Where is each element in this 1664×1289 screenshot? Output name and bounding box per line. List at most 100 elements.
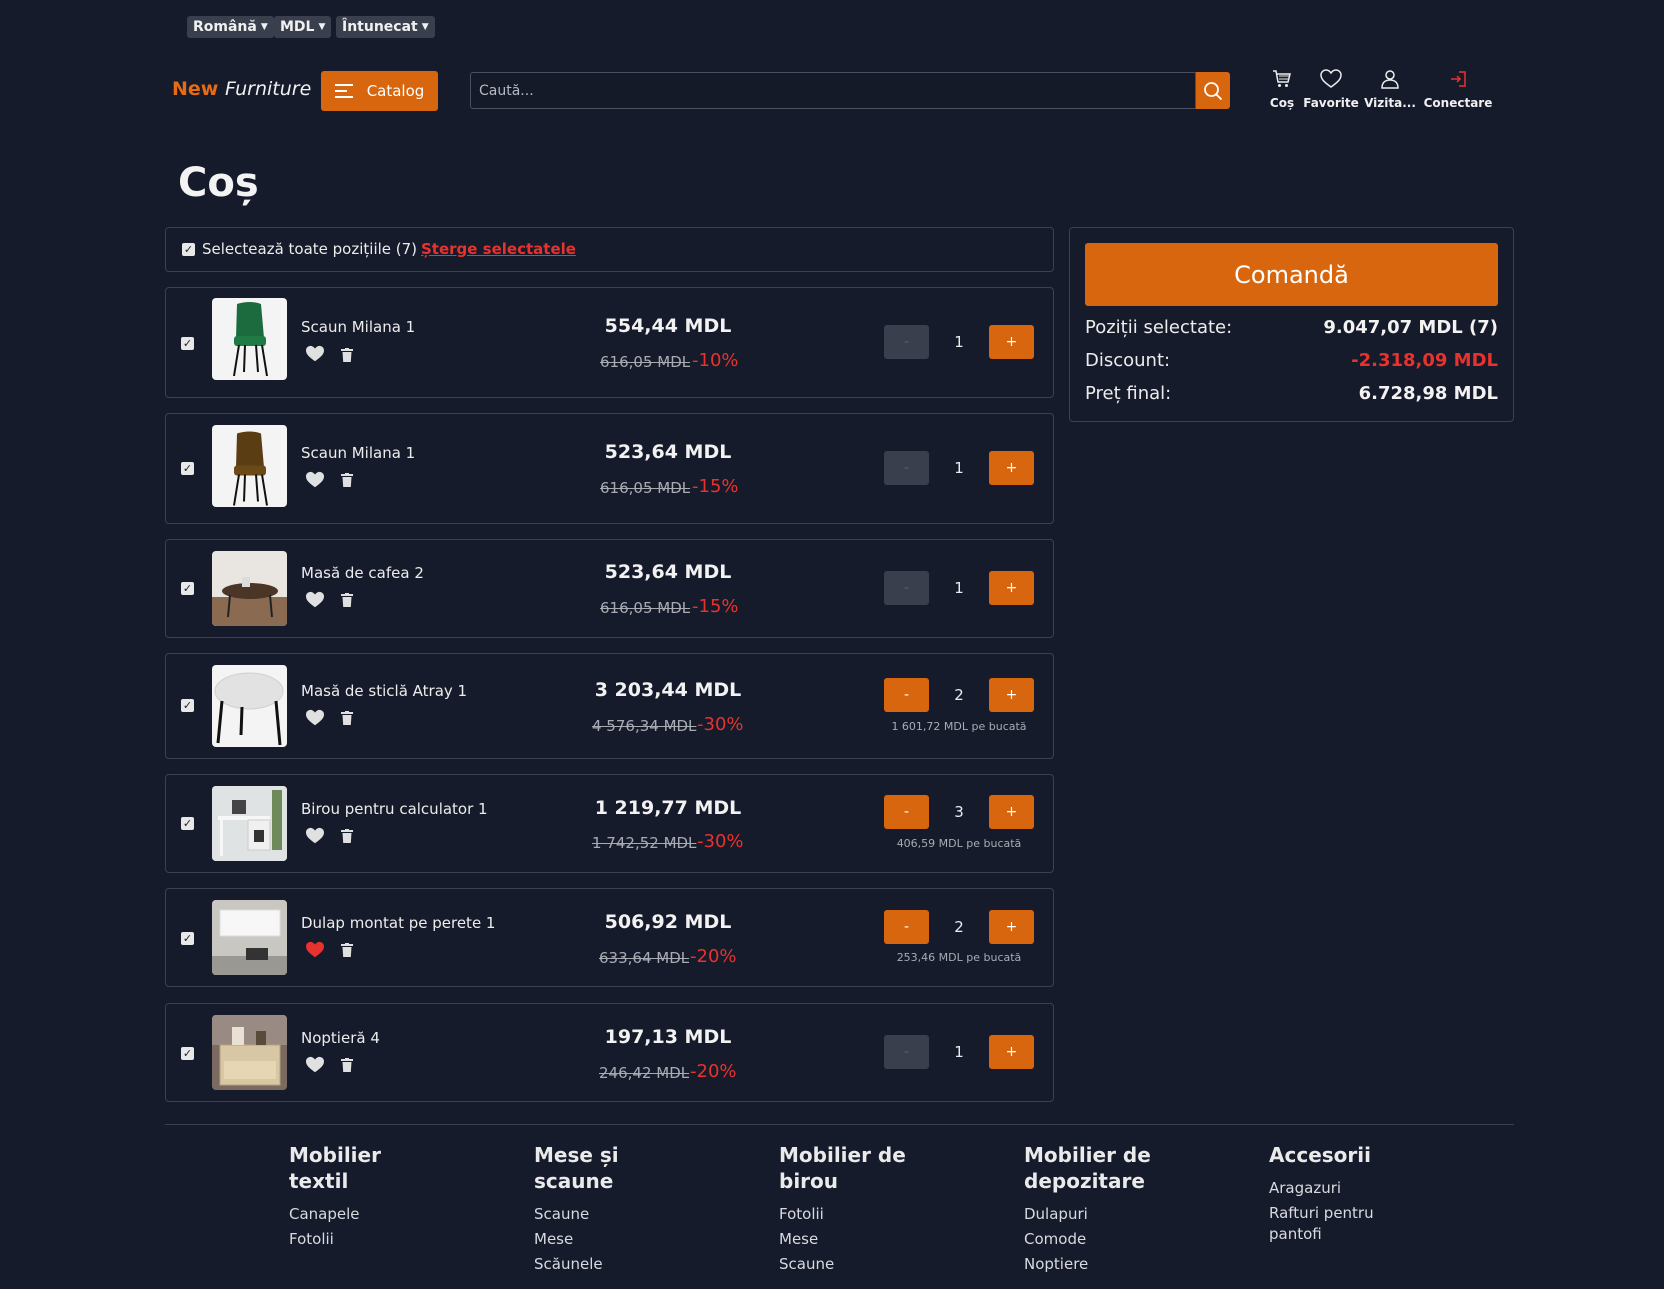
trash-icon[interactable] [341, 943, 353, 957]
item-checkbox[interactable]: ✓ [181, 582, 194, 595]
product-name[interactable]: Dulap montat pe perete 1 [301, 914, 495, 932]
select-all-label: Selectează toate pozițiile (7) [202, 240, 418, 258]
item-checkbox[interactable]: ✓ [181, 337, 194, 350]
product-image[interactable] [212, 786, 287, 861]
header-favorites-link[interactable]: Favorite [1303, 66, 1359, 110]
decrease-qty-button[interactable]: - [884, 678, 929, 712]
increase-qty-button[interactable]: + [989, 1035, 1034, 1069]
footer-divider [165, 1124, 1514, 1125]
footer-link[interactable]: Mese [779, 1230, 818, 1248]
decrease-qty-button[interactable]: - [884, 325, 929, 359]
footer-link[interactable]: Scăunele [534, 1255, 603, 1273]
item-qty: 2 [954, 686, 964, 704]
trash-icon[interactable] [341, 711, 353, 725]
currency-select[interactable]: MDL ▼ [274, 16, 332, 38]
item-old-price: 616,05 MDL [600, 599, 691, 617]
item-checkbox[interactable]: ✓ [181, 462, 194, 475]
trash-icon[interactable] [341, 829, 353, 843]
decrease-qty-button[interactable]: - [884, 910, 929, 944]
decrease-qty-button[interactable]: - [884, 571, 929, 605]
trash-icon[interactable] [341, 593, 353, 607]
select-all-checkbox[interactable]: ✓ [182, 243, 195, 256]
product-image[interactable] [212, 425, 287, 507]
favorite-heart-icon[interactable] [305, 941, 325, 959]
product-name[interactable]: Scaun Milana 1 [301, 444, 415, 462]
footer-link[interactable]: Fotolii [779, 1205, 824, 1223]
footer-link[interactable]: Scaune [779, 1255, 834, 1273]
footer-link[interactable]: Canapele [289, 1205, 360, 1223]
header-favorites-label: Favorite [1303, 96, 1359, 110]
favorite-heart-icon[interactable] [305, 345, 325, 363]
favorite-heart-icon[interactable] [305, 471, 325, 489]
footer-link[interactable]: Fotolii [289, 1230, 334, 1248]
footer-link[interactable]: Noptiere [1024, 1255, 1088, 1273]
item-old-price: 616,05 MDL [600, 479, 691, 497]
theme-select[interactable]: Întunecat ▼ [336, 16, 435, 38]
increase-qty-button[interactable]: + [989, 795, 1034, 829]
product-name[interactable]: Noptieră 4 [301, 1029, 380, 1047]
cart-icon [1273, 70, 1291, 87]
increase-qty-button[interactable]: + [989, 451, 1034, 485]
delete-selected-link[interactable]: Șterge selectatele [421, 240, 576, 258]
item-price: 3 203,44 MDL [594, 679, 742, 701]
logo-furniture: Furniture [224, 78, 312, 100]
site-logo[interactable]: New Furniture [172, 78, 311, 100]
footer-column-title: Mobilier de depozitare [1024, 1143, 1151, 1193]
search-button[interactable] [1196, 72, 1230, 109]
increase-qty-button[interactable]: + [989, 571, 1034, 605]
favorite-heart-icon[interactable] [305, 827, 325, 845]
footer-link[interactable]: Scaune [534, 1205, 589, 1223]
decrease-qty-button[interactable]: - [884, 795, 929, 829]
item-qty: 3 [954, 803, 964, 821]
favorite-heart-icon[interactable] [305, 1056, 325, 1074]
item-qty: 1 [954, 459, 964, 477]
favorite-heart-icon[interactable] [305, 591, 325, 609]
item-checkbox[interactable]: ✓ [181, 817, 194, 830]
product-name[interactable]: Birou pentru calculator 1 [301, 800, 488, 818]
heart-icon [1320, 69, 1342, 88]
trash-icon[interactable] [341, 348, 353, 362]
increase-qty-button[interactable]: + [989, 910, 1034, 944]
header-cart-link[interactable]: Coș [1270, 66, 1294, 110]
product-name[interactable]: Scaun Milana 1 [301, 318, 415, 336]
unit-price: 253,46 MDL pe bucată [896, 951, 1022, 964]
favorite-heart-icon[interactable] [305, 709, 325, 727]
footer-link[interactable]: Mese [534, 1230, 573, 1248]
product-image[interactable] [212, 900, 287, 975]
catalog-button[interactable]: Catalog [321, 71, 438, 111]
footer-link[interactable]: Dulapuri [1024, 1205, 1088, 1223]
trash-icon[interactable] [341, 1058, 353, 1072]
order-button[interactable]: Comandă [1085, 243, 1498, 306]
item-checkbox[interactable]: ✓ [181, 932, 194, 945]
product-image[interactable] [212, 298, 287, 380]
decrease-qty-button[interactable]: - [884, 451, 929, 485]
item-old-price: 1 742,52 MDL [592, 834, 697, 852]
item-checkbox[interactable]: ✓ [181, 1047, 194, 1060]
product-image[interactable] [212, 665, 287, 747]
selected-value: 9.047,07 MDL (7) [1323, 317, 1498, 338]
footer-link[interactable]: Rafturi pentru pantofi [1269, 1203, 1379, 1245]
final-price-value: 6.728,98 MDL [1358, 383, 1498, 404]
item-qty: 2 [954, 918, 964, 936]
product-image[interactable] [212, 1015, 287, 1090]
product-name[interactable]: Masă de sticlă Atray 1 [301, 682, 467, 700]
unit-price: 406,59 MDL pe bucată [896, 837, 1022, 850]
increase-qty-button[interactable]: + [989, 325, 1034, 359]
item-qty: 1 [954, 1043, 964, 1061]
trash-icon[interactable] [341, 473, 353, 487]
footer-link[interactable]: Comode [1024, 1230, 1086, 1248]
item-discount: -30% [697, 714, 744, 735]
item-discount: -30% [697, 831, 744, 852]
product-image[interactable] [212, 551, 287, 626]
decrease-qty-button[interactable]: - [884, 1035, 929, 1069]
increase-qty-button[interactable]: + [989, 678, 1034, 712]
product-name[interactable]: Masă de cafea 2 [301, 564, 424, 582]
item-price: 197,13 MDL [604, 1026, 732, 1048]
search-input[interactable] [470, 72, 1196, 109]
chevron-down-icon: ▼ [318, 22, 326, 32]
language-select[interactable]: Română ▼ [187, 16, 274, 38]
header-login-link[interactable]: Conectare [1424, 66, 1492, 110]
item-checkbox[interactable]: ✓ [181, 699, 194, 712]
header-visitor-link[interactable]: Vizita... [1364, 66, 1416, 110]
footer-link[interactable]: Aragazuri [1269, 1179, 1341, 1197]
